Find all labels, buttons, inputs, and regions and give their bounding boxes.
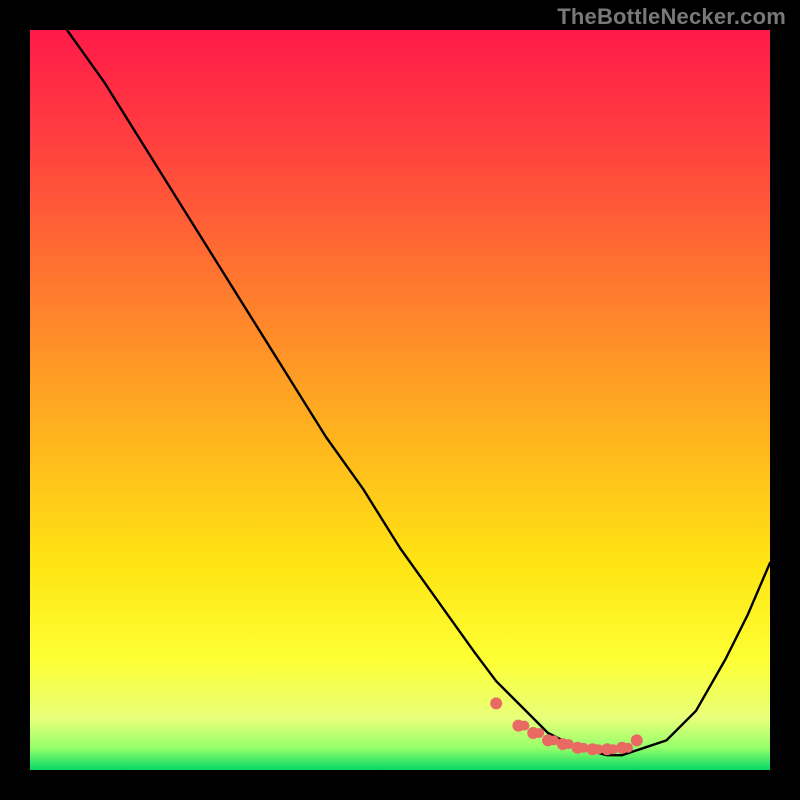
bottleneck-curve: [67, 30, 770, 755]
highlight-dot: [490, 697, 502, 709]
highlight-dot: [631, 734, 643, 746]
highlight-dot: [519, 721, 529, 731]
watermark-text: TheBottleNecker.com: [557, 4, 786, 30]
highlight-dots: [490, 697, 643, 755]
curve-layer: [30, 30, 770, 770]
highlight-dot: [534, 728, 544, 738]
highlight-dot: [623, 743, 633, 753]
chart-frame: TheBottleNecker.com: [0, 0, 800, 800]
plot-area: [30, 30, 770, 770]
